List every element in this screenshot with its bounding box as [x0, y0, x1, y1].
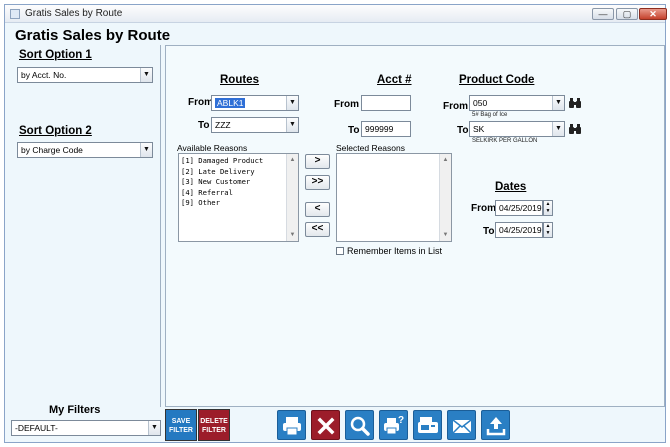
acct-to-label: To — [348, 125, 360, 136]
print-button[interactable] — [277, 410, 306, 440]
product-from-select[interactable]: 050 ▼ — [469, 95, 565, 111]
add-all-reasons-button[interactable]: >> — [305, 175, 330, 190]
sort-sidebar: Sort Option 1 by Acct. No. ▼ Sort Option… — [11, 45, 161, 407]
upload-icon — [486, 417, 506, 436]
chevron-down-icon[interactable]: ▼ — [286, 96, 298, 110]
list-item[interactable]: [2] Late Delivery — [181, 167, 263, 178]
chevron-down-icon[interactable]: ▼ — [552, 96, 564, 110]
close-window-button[interactable]: ✕ — [639, 8, 667, 20]
list-item[interactable]: [9] Other — [181, 198, 263, 209]
acct-label: Acct # — [377, 74, 412, 86]
available-reasons-list[interactable]: [1] Damaged Product [2] Late Delivery [3… — [178, 153, 299, 242]
sort-option-1-label: Sort Option 1 — [19, 49, 92, 61]
date-to-input[interactable]: 04/25/2019 — [495, 222, 543, 238]
criteria-panel: Routes From ABLK1 ▼ To ZZZ ▼ Acct # From… — [165, 45, 665, 407]
acct-from-input[interactable] — [361, 95, 411, 111]
page-title: Gratis Sales by Route — [15, 27, 171, 44]
acct-to-input[interactable]: 999999 — [361, 121, 411, 137]
remember-items-label: Remember Items in List — [347, 246, 443, 256]
maximize-button[interactable]: ▢ — [616, 8, 638, 20]
product-from-value: 050 — [473, 98, 488, 108]
sort-option-2-value: by Charge Code — [21, 145, 83, 155]
dates-from-label: From — [471, 203, 496, 214]
chevron-down-icon[interactable]: ▼ — [140, 143, 152, 157]
app-window: Gratis Sales by Route — ▢ ✕ Gratis Sales… — [4, 4, 667, 443]
chevron-down-icon[interactable]: ▼ — [148, 421, 160, 435]
remove-reason-button[interactable]: < — [305, 202, 330, 217]
email-button[interactable] — [447, 410, 476, 440]
scroll-up-icon[interactable]: ▲ — [287, 154, 298, 166]
chevron-down-icon[interactable]: ▼ — [140, 68, 152, 82]
product-to-select[interactable]: SK ▼ — [469, 121, 565, 137]
dates-label: Dates — [495, 181, 527, 193]
sort-option-2-select[interactable]: by Charge Code ▼ — [17, 142, 153, 158]
title-bar: Gratis Sales by Route — ▢ ✕ — [5, 5, 667, 23]
selected-reasons-label: Selected Reasons — [336, 143, 405, 153]
print-setup-button[interactable]: ? — [379, 410, 408, 440]
remember-items-checkbox[interactable] — [336, 247, 344, 255]
my-filters-select[interactable]: -DEFAULT- ▼ — [11, 420, 161, 436]
product-to-value: SK — [473, 124, 485, 134]
save-filter-button[interactable]: SAVE FILTER — [165, 409, 197, 441]
preview-button[interactable] — [345, 410, 374, 440]
available-reasons-items: [1] Damaged Product [2] Late Delivery [3… — [181, 156, 263, 209]
routes-to-value: ZZZ — [215, 120, 231, 130]
chevron-down-icon[interactable]: ▼ — [286, 118, 298, 132]
sort-option-1-value: by Acct. No. — [21, 70, 67, 80]
date-from-input[interactable]: 04/25/2019 — [495, 200, 543, 216]
cancel-button[interactable] — [311, 410, 340, 440]
date-from-spinner[interactable]: ▲ ▼ — [543, 200, 553, 216]
binoculars-icon[interactable] — [568, 96, 582, 110]
routes-to-label: To — [198, 120, 210, 131]
chevron-down-icon[interactable]: ▼ — [552, 122, 564, 136]
product-from-label: From — [443, 101, 468, 112]
selected-reasons-list[interactable]: ▲ ▼ — [336, 153, 452, 242]
routes-from-select[interactable]: ABLK1 ▼ — [211, 95, 299, 111]
scroll-down-icon[interactable]: ▼ — [440, 229, 451, 241]
my-filters-label: My Filters — [49, 404, 101, 416]
fax-icon — [418, 417, 438, 433]
product-to-description: SELKIRK PER GALLON — [472, 138, 538, 144]
scroll-down-icon[interactable]: ▼ — [287, 229, 298, 241]
available-reasons-scrollbar[interactable]: ▲ ▼ — [286, 154, 298, 241]
fax-button[interactable] — [413, 410, 442, 440]
list-item[interactable]: [1] Damaged Product — [181, 156, 263, 167]
product-code-label: Product Code — [459, 74, 535, 86]
window-title: Gratis Sales by Route — [25, 8, 123, 19]
product-from-description: 5# Bag of Ice — [472, 112, 508, 118]
routes-label: Routes — [220, 74, 259, 86]
my-filters-value: -DEFAULT- — [15, 423, 58, 433]
sort-option-2-label: Sort Option 2 — [19, 125, 92, 137]
export-button[interactable] — [481, 410, 510, 440]
minimize-button[interactable]: — — [592, 8, 614, 20]
dates-to-label: To — [483, 226, 495, 237]
email-icon — [452, 419, 472, 434]
remove-all-reasons-button[interactable]: << — [305, 222, 330, 237]
delete-filter-button[interactable]: DELETE FILTER — [198, 409, 230, 441]
routes-from-value: ABLK1 — [215, 98, 246, 108]
add-reason-button[interactable]: > — [305, 154, 330, 169]
list-item[interactable]: [4] Referral — [181, 188, 263, 199]
magnifier-icon — [350, 416, 370, 436]
sort-option-1-select[interactable]: by Acct. No. ▼ — [17, 67, 153, 83]
binoculars-icon[interactable] — [568, 122, 582, 136]
print-help-icon: ? — [384, 415, 404, 435]
bottom-toolbar: My Filters -DEFAULT- ▼ SAVE FILTER DELET… — [11, 404, 665, 443]
routes-from-label: From — [188, 97, 213, 108]
selected-reasons-scrollbar[interactable]: ▲ ▼ — [439, 154, 451, 241]
available-reasons-label: Available Reasons — [177, 143, 248, 153]
routes-to-select[interactable]: ZZZ ▼ — [211, 117, 299, 133]
app-icon — [10, 9, 20, 19]
date-to-spinner[interactable]: ▲ ▼ — [543, 222, 553, 238]
close-x-icon — [317, 417, 335, 435]
list-item[interactable]: [3] New Customer — [181, 177, 263, 188]
printer-icon — [283, 417, 301, 436]
product-to-label: To — [457, 125, 469, 136]
svg-text:?: ? — [398, 415, 404, 426]
scroll-up-icon[interactable]: ▲ — [440, 154, 451, 166]
acct-from-label: From — [334, 99, 359, 110]
